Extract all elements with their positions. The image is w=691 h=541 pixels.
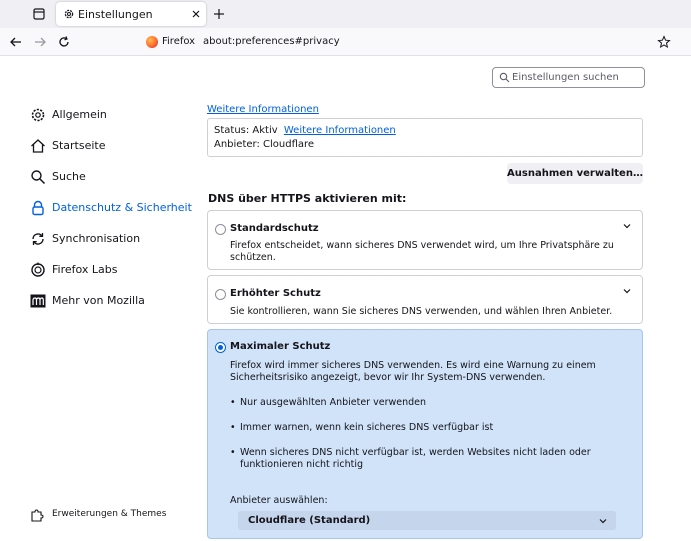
provider-select[interactable]: Cloudflare (Standard) xyxy=(238,511,616,530)
chevron-down-icon xyxy=(599,519,607,524)
manage-exceptions-button[interactable]: Ausnahmen verwalten… xyxy=(507,163,643,184)
option-description: Firefox wird immer sicheres DNS verwende… xyxy=(230,360,596,383)
gear-icon xyxy=(64,9,74,19)
sidebar-item-synchronisation[interactable]: Synchronisation xyxy=(30,230,200,250)
firefox-logo-icon xyxy=(146,36,158,48)
tab-bar: Einstellungen xyxy=(0,0,691,28)
sidebar-item-label: Startseite xyxy=(52,139,106,152)
sidebar-item-allgemein[interactable]: Allgemein xyxy=(30,106,200,126)
sidebar-item-firefox-labs[interactable]: Firefox Labs xyxy=(30,261,200,281)
provider-select-label: Anbieter auswählen: xyxy=(230,495,328,506)
tab-list-icon[interactable] xyxy=(32,7,46,21)
sidebar-item-suche[interactable]: Suche xyxy=(30,168,200,188)
provider-select-value: Cloudflare (Standard) xyxy=(248,515,371,526)
option-title: Erhöhter Schutz xyxy=(230,288,321,299)
provider-line: Anbieter: Cloudflare xyxy=(214,139,315,150)
nav-bar: Firefox about:preferences#privacy xyxy=(0,28,691,56)
option-title: Maximaler Schutz xyxy=(230,341,331,352)
learn-more-link[interactable]: Weitere Informationen xyxy=(207,104,319,115)
forward-arrow-icon[interactable] xyxy=(33,35,47,49)
search-icon xyxy=(499,72,510,83)
option-card-maximaler-schutz[interactable]: Maximaler Schutz Firefox wird immer sich… xyxy=(207,329,643,539)
sidebar-item-erweiterungen[interactable]: Erweiterungen & Themes xyxy=(30,507,200,523)
url-text[interactable]: about:preferences#privacy xyxy=(203,36,340,47)
tab-title: Einstellungen xyxy=(78,8,153,21)
sidebar-item-label: Datenschutz & Sicherheit xyxy=(52,201,192,214)
status-line: Status: Aktiv Weitere Informationen xyxy=(214,125,396,136)
puzzle-icon xyxy=(31,509,44,522)
gear-icon xyxy=(31,108,45,122)
sync-icon xyxy=(32,233,44,245)
bullet-item: Nur ausgewählten Anbieter verwenden xyxy=(230,397,620,409)
lock-icon xyxy=(32,200,44,216)
option-description: Firefox entscheidet, wann sicheres DNS v… xyxy=(230,240,614,263)
bullet-item: Immer warnen, wenn kein sicheres DNS ver… xyxy=(230,422,620,434)
url-bar[interactable]: Firefox about:preferences#privacy xyxy=(140,32,680,52)
option-title: Standardschutz xyxy=(230,223,319,234)
sidebar-item-label: Suche xyxy=(52,170,86,183)
search-placeholder: Einstellungen suchen xyxy=(512,72,619,83)
mozilla-icon xyxy=(30,294,46,308)
extensions-label: Erweiterungen & Themes xyxy=(52,509,167,519)
option-card-standardschutz[interactable]: Standardschutz Firefox entscheidet, wann… xyxy=(207,210,643,270)
labs-icon xyxy=(31,262,45,277)
bullet-item: Wenn sicheres DNS nicht verfügbar ist, w… xyxy=(230,447,620,471)
sidebar-item-label: Firefox Labs xyxy=(52,263,118,276)
option-description: Sie kontrollieren, wann Sie sicheres DNS… xyxy=(230,306,613,317)
sidebar-item-startseite[interactable]: Startseite xyxy=(30,137,200,157)
option-card-erhoehter-schutz[interactable]: Erhöhter Schutz Sie kontrollieren, wann … xyxy=(207,275,643,324)
search-input[interactable]: Einstellungen suchen xyxy=(492,67,645,88)
dns-heading: DNS über HTTPS aktivieren mit: xyxy=(208,192,407,205)
new-tab-icon[interactable] xyxy=(212,7,226,21)
close-icon[interactable] xyxy=(190,8,202,20)
dns-status-box: Status: Aktiv Weitere Informationen Anbi… xyxy=(207,118,643,157)
chevron-down-icon[interactable] xyxy=(622,286,632,296)
search-icon xyxy=(31,170,46,185)
bookmark-star-icon[interactable] xyxy=(657,35,671,49)
sidebar-item-datenschutz[interactable]: Datenschutz & Sicherheit xyxy=(30,199,200,219)
sidebar-item-label: Synchronisation xyxy=(52,232,141,245)
radio-standardschutz[interactable] xyxy=(215,224,226,235)
sidebar-item-label: Allgemein xyxy=(52,108,107,121)
chevron-down-icon[interactable] xyxy=(622,221,632,231)
preferences-page: Einstellungen suchen Allgemein Startseit… xyxy=(0,57,691,541)
radio-erhoehter-schutz[interactable] xyxy=(215,289,226,300)
status-learn-more-link[interactable]: Weitere Informationen xyxy=(284,125,396,136)
tab-settings[interactable]: Einstellungen xyxy=(56,2,206,26)
reload-icon[interactable] xyxy=(57,35,71,49)
sidebar-item-mehr-von-mozilla[interactable]: Mehr von Mozilla xyxy=(30,292,200,312)
status-text: Status: Aktiv xyxy=(214,125,278,136)
radio-maximaler-schutz[interactable] xyxy=(215,342,226,353)
back-arrow-icon[interactable] xyxy=(9,35,23,49)
identity-box[interactable]: Firefox xyxy=(144,34,196,50)
identity-label: Firefox xyxy=(162,36,196,47)
home-icon xyxy=(31,139,45,153)
sidebar-item-label: Mehr von Mozilla xyxy=(52,294,145,307)
